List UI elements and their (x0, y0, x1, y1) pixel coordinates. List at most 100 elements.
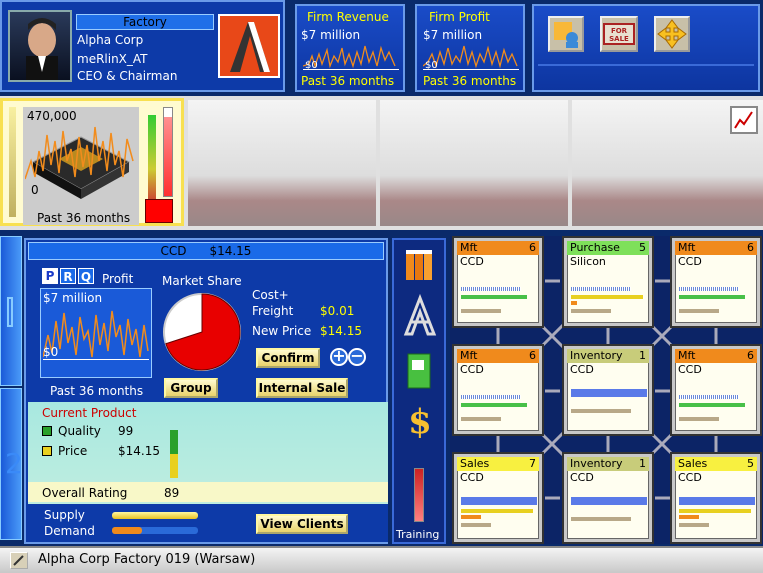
market-share-label: Market Share (162, 274, 242, 288)
training-label[interactable]: Training (396, 528, 439, 542)
node-title: Mft (460, 241, 478, 254)
node-mft-0[interactable]: Mft 6 CCD (454, 238, 542, 326)
decrease-price-button[interactable]: − (348, 348, 366, 366)
node-header: Mft 6 (457, 241, 539, 255)
advisor-button[interactable] (548, 16, 584, 52)
profit-value: $7 million (423, 28, 483, 42)
node-bar (461, 523, 491, 527)
current-product-title: Current Product (42, 406, 137, 420)
node-title: Inventory (570, 349, 623, 362)
company-name: Alpha Corp (77, 33, 144, 47)
node-product: CCD (460, 255, 484, 268)
profit-title: Firm Profit (429, 10, 490, 24)
node-bar (679, 295, 745, 299)
drafting-button[interactable] (402, 293, 438, 338)
profit-panel[interactable]: Firm Profit $7 million $0 Past 36 months (415, 4, 525, 92)
node-header: Mft 6 (675, 241, 757, 255)
side-tab-2-mark: 2 (5, 447, 23, 480)
price-value: $14.15 (118, 444, 160, 458)
node-mft-3[interactable]: Mft 6 CCD (454, 346, 542, 434)
pencil-icon (13, 555, 24, 566)
node-bar (461, 309, 501, 313)
chart-toggle-button[interactable] (730, 106, 758, 134)
side-tab-2[interactable]: 2 (0, 388, 23, 540)
internal-sale-button[interactable]: Internal Sale (256, 378, 348, 398)
node-bar (679, 395, 739, 399)
node-title: Purchase (570, 241, 620, 254)
product-header: CCD $14.15 (28, 242, 384, 260)
revenue-period: Past 36 months (301, 74, 395, 88)
node-sales-6[interactable]: Sales 7 CCD (454, 454, 542, 542)
green-gauge (148, 115, 156, 205)
node-bar (679, 287, 739, 291)
node-bar (679, 515, 699, 519)
finance-button[interactable]: $ (404, 402, 436, 442)
view-clients-button[interactable]: View Clients (256, 514, 348, 534)
node-inventory-4[interactable]: Inventory 1 CCD (564, 346, 652, 434)
profit-chart-axis (43, 359, 149, 360)
node-purchase-1[interactable]: Purchase 5 Silicon (564, 238, 652, 326)
toolbar-divider (538, 64, 754, 66)
node-title: Mft (678, 241, 696, 254)
detail-panel: CCD $14.15 P R Q Profit $7 million $0 Pa… (24, 238, 388, 544)
node-header: Sales 5 (675, 457, 757, 471)
tab-p[interactable]: P (42, 268, 58, 284)
node-header: Purchase 5 (567, 241, 649, 255)
node-count: 6 (747, 241, 754, 254)
node-sales-8[interactable]: Sales 5 CCD (672, 454, 760, 542)
books-button[interactable] (402, 244, 438, 284)
group-button[interactable]: Group (164, 378, 218, 398)
node-bar (679, 417, 719, 421)
for-sale-button[interactable]: FOR SALE (600, 16, 638, 52)
overall-label: Overall Rating (42, 486, 128, 500)
quality-bar (170, 430, 178, 454)
node-count: 5 (639, 241, 646, 254)
revenue-title: Firm Revenue (307, 10, 389, 24)
quality-value: 99 (118, 424, 134, 438)
product-name: CCD (160, 244, 187, 258)
red-gauge (163, 107, 173, 197)
profit-chart-period: Past 36 months (50, 384, 144, 398)
node-bar (461, 417, 501, 421)
node-count: 6 (529, 241, 536, 254)
node-bar (571, 409, 631, 413)
edit-name-button[interactable] (10, 552, 28, 569)
node-bar (571, 393, 647, 397)
node-mft-2[interactable]: Mft 6 CCD (672, 238, 760, 326)
node-bar (679, 501, 755, 505)
node-mft-5[interactable]: Mft 6 CCD (672, 346, 760, 434)
tab-q[interactable]: Q (78, 268, 94, 284)
revenue-panel[interactable]: Firm Revenue $7 million $0 Past 36 month… (295, 4, 405, 92)
confirm-button[interactable]: Confirm (256, 348, 320, 368)
node-title: Sales (678, 457, 708, 470)
product-slot-4[interactable] (572, 100, 763, 226)
product-slot-3[interactable] (380, 100, 568, 226)
move-button[interactable] (654, 16, 690, 52)
for-sale-icon: FORSALE (603, 23, 635, 45)
product-sparkline (25, 126, 134, 180)
company-logo[interactable] (218, 14, 280, 78)
node-count: 1 (639, 349, 646, 362)
product-slot-selected[interactable]: 470,000 0 Past 36 months (0, 98, 184, 226)
line-chart-icon (734, 111, 753, 129)
manual-button[interactable] (402, 350, 438, 394)
node-header: Mft 6 (675, 349, 757, 363)
node-bar (679, 403, 745, 407)
profit-chart: $7 million $0 (40, 288, 152, 378)
books-icon (406, 250, 432, 280)
node-count: 6 (747, 349, 754, 362)
increase-price-button[interactable]: + (330, 348, 348, 366)
status-bar: Alpha Corp Factory 019 (Warsaw) (0, 546, 763, 573)
node-title: Mft (678, 349, 696, 362)
node-product: CCD (678, 471, 702, 484)
ceo-portrait (8, 10, 72, 82)
side-tab-1[interactable] (0, 236, 22, 386)
node-inventory-7[interactable]: Inventory 1 CCD (564, 454, 652, 542)
product-slot-2[interactable] (188, 100, 376, 226)
green-book-icon (407, 353, 431, 389)
tab-r[interactable]: R (60, 268, 76, 284)
node-bar (461, 403, 527, 407)
profit-chart-value: $7 million (43, 291, 103, 305)
move-arrows-icon (657, 19, 687, 49)
demand-bar (112, 527, 142, 534)
